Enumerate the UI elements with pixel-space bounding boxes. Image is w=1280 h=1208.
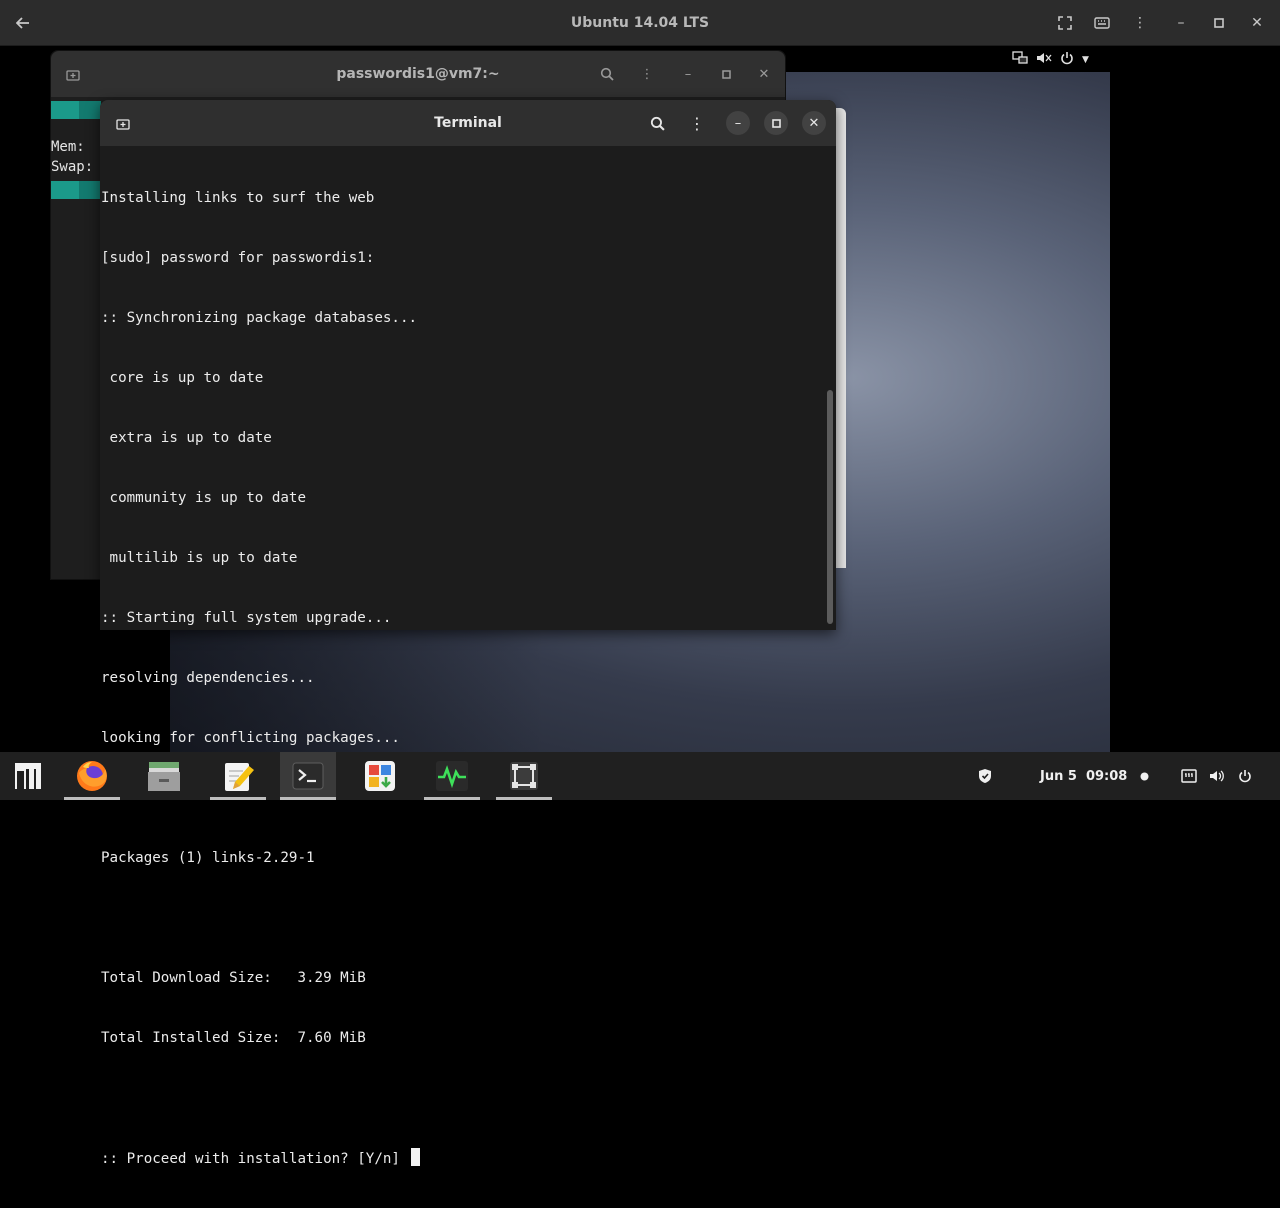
more-options-icon[interactable]: ⋮ <box>1127 10 1153 36</box>
terminal-icon <box>292 762 324 790</box>
terminal-line: multilib is up to date <box>101 550 298 566</box>
minimize-button[interactable]: – <box>726 111 750 135</box>
text-editor-icon <box>225 763 254 791</box>
terminal-prompt-line[interactable]: :: Proceed with installation? [Y/n] <box>101 1148 825 1168</box>
minimize-button[interactable]: – <box>676 62 700 86</box>
shield-icon[interactable] <box>978 752 992 800</box>
menu-icon <box>15 763 41 789</box>
clock[interactable]: Jun 5 09:08 <box>1040 752 1127 800</box>
menu-dots-icon[interactable]: ⋮ <box>685 111 709 135</box>
close-button[interactable]: ✕ <box>752 62 776 86</box>
terminal-window[interactable]: Terminal ⋮ – ✕ Installing links to surf … <box>100 100 836 1167</box>
files-icon <box>148 762 180 791</box>
maximize-button[interactable] <box>714 62 738 86</box>
chevron-down-icon[interactable]: ▼ <box>1082 55 1089 65</box>
text-cursor <box>410 1148 420 1166</box>
terminal-line: :: Synchronizing package databases... <box>101 310 418 326</box>
maximize-button[interactable] <box>764 111 788 135</box>
taskbar-software[interactable] <box>352 752 408 800</box>
terminal-line: Packages (1) links-2.29-1 <box>101 850 315 866</box>
terminal-line: Total Download Size: 3.29 MiB <box>101 970 366 986</box>
firefox-icon <box>77 761 107 791</box>
terminal-scrollbar[interactable] <box>827 390 833 624</box>
taskbar-text-editor[interactable] <box>210 752 266 800</box>
search-icon[interactable] <box>595 62 619 86</box>
prompt-segment <box>51 181 101 199</box>
search-icon[interactable] <box>645 111 669 135</box>
terminal-line: resolving dependencies... <box>101 670 315 686</box>
power-icon[interactable] <box>1060 51 1074 69</box>
viewer-title: Ubuntu 14.04 LTS <box>570 15 710 31</box>
terminal-line: core is up to date <box>101 370 264 386</box>
terminal-line: community is up to date <box>101 490 306 506</box>
power-icon[interactable] <box>1238 752 1252 800</box>
terminal-header: Terminal ⋮ – ✕ <box>100 100 836 146</box>
network-icon[interactable] <box>1181 752 1197 800</box>
taskbar-system-monitor[interactable] <box>424 752 480 800</box>
maximize-icon[interactable] <box>1206 10 1232 36</box>
app-menu-button[interactable] <box>0 752 56 800</box>
terminal-line: [sudo] password for passwordis1: <box>101 250 375 266</box>
prompt-segment <box>51 101 101 119</box>
background-window-header: passwordis1@vm7:~ ⋮ – ✕ <box>51 51 785 97</box>
fullscreen-icon[interactable] <box>1052 10 1078 36</box>
taskbar: Jun 5 09:08 <box>0 752 1280 800</box>
software-icon <box>365 761 395 791</box>
menu-dots-icon[interactable]: ⋮ <box>635 62 659 86</box>
close-icon[interactable]: ✕ <box>1244 10 1270 36</box>
keyboard-icon[interactable] <box>1089 10 1115 36</box>
taskbar-files[interactable] <box>136 752 192 800</box>
taskbar-screenshot[interactable] <box>496 752 552 800</box>
minimize-icon[interactable]: – <box>1168 10 1194 36</box>
terminal-line: looking for conflicting packages... <box>101 730 400 746</box>
viewer-title-bar: Ubuntu 14.04 LTS ⋮ – ✕ <box>0 0 1280 46</box>
screenshot-icon <box>510 762 538 790</box>
terminal-line: Total Installed Size: 7.60 MiB <box>101 1030 366 1046</box>
terminal-line: extra is up to date <box>101 430 272 446</box>
taskbar-terminal[interactable] <box>280 752 336 800</box>
vm-system-tray: ▼ <box>1012 50 1089 70</box>
background-window-title: passwordis1@vm7:~ <box>336 66 500 82</box>
terminal-line: Installing links to surf the web <box>101 190 375 206</box>
system-monitor-icon <box>436 761 468 791</box>
notification-dot-icon[interactable] <box>1140 752 1149 800</box>
terminal-line: :: Starting full system upgrade... <box>101 610 392 626</box>
close-button[interactable]: ✕ <box>802 111 826 135</box>
volume-muted-icon[interactable] <box>1036 51 1052 69</box>
volume-icon[interactable] <box>1209 752 1225 800</box>
terminal-output[interactable]: Installing links to surf the web [sudo] … <box>101 148 825 1167</box>
terminal-prompt: :: Proceed with installation? [Y/n] <box>101 1151 409 1167</box>
network-icon[interactable] <box>1012 51 1028 69</box>
taskbar-firefox[interactable] <box>64 752 120 800</box>
